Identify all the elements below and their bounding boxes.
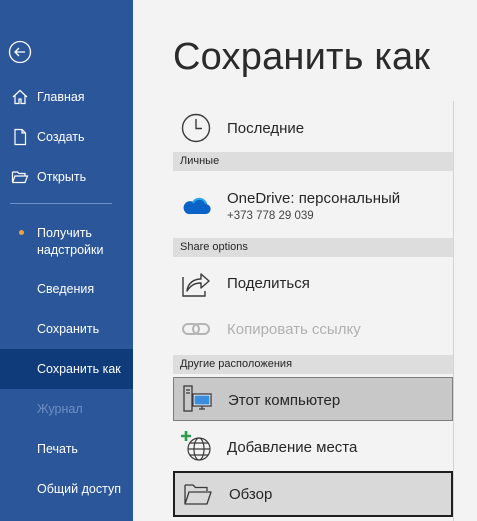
share-icon	[180, 267, 212, 299]
nav-save[interactable]: Сохранить	[0, 309, 133, 349]
location-onedrive-label: OneDrive: персональный	[227, 190, 401, 207]
nav-home[interactable]: Главная	[0, 77, 133, 117]
nav-share[interactable]: Общий доступ	[0, 469, 133, 509]
nav-save-label: Сохранить	[37, 321, 100, 336]
nav-history-label: Журнал	[37, 401, 83, 416]
home-icon	[11, 88, 29, 106]
computer-icon	[181, 383, 213, 415]
nav-save-as-label: Сохранить как	[37, 361, 121, 376]
open-folder-icon	[11, 168, 29, 186]
save-locations-panel: Последние Личные OneDrive: персональный …	[173, 101, 453, 521]
nav-open-label: Открыть	[37, 169, 87, 184]
nav-info[interactable]: Сведения	[0, 269, 133, 309]
onedrive-cloud-icon	[180, 189, 212, 221]
nav-print[interactable]: Печать	[0, 429, 133, 469]
panel-divider	[453, 101, 454, 521]
section-header-share: Share options	[173, 238, 453, 257]
nav-history: Журнал	[0, 389, 133, 429]
nav-get-addins[interactable]: Получить надстройки	[0, 220, 133, 264]
new-document-icon	[11, 128, 29, 146]
back-button[interactable]	[8, 40, 32, 64]
nav-new-label: Создать	[37, 129, 85, 144]
nav-share-label: Общий доступ	[37, 481, 121, 496]
link-icon	[180, 313, 212, 345]
location-this-pc[interactable]: Этот компьютер	[173, 377, 453, 421]
add-place-globe-icon	[180, 430, 212, 462]
nav-home-label: Главная	[37, 89, 85, 104]
location-recent-label: Последние	[227, 120, 305, 137]
location-share[interactable]: Поделиться	[173, 261, 453, 305]
location-browse-label: Обзор	[229, 486, 273, 503]
nav-new[interactable]: Создать	[0, 117, 133, 157]
location-this-pc-label: Этот компьютер	[228, 392, 341, 409]
nav-info-label: Сведения	[37, 281, 95, 296]
sidebar-divider	[10, 203, 112, 204]
location-browse[interactable]: Обзор	[173, 471, 453, 517]
location-onedrive-account: +373 778 29 039	[227, 210, 314, 222]
location-add-place-label: Добавление места	[227, 439, 358, 456]
location-add-place[interactable]: Добавление места	[173, 425, 453, 469]
location-copy-link: Копировать ссылку	[173, 309, 453, 349]
nav-get-addins-label: Получить надстройки	[37, 226, 104, 257]
browse-folder-icon	[182, 478, 214, 510]
nav-open[interactable]: Открыть	[0, 157, 133, 197]
location-copy-link-label: Копировать ссылку	[227, 321, 361, 338]
location-recent[interactable]: Последние	[173, 107, 453, 149]
back-arrow-icon	[8, 40, 32, 64]
page-title: Сохранить как	[173, 36, 431, 78]
backstage-sidebar: Главная Создать Открыть Получить надстро…	[0, 0, 133, 521]
nav-print-label: Печать	[37, 441, 78, 456]
nav-save-as[interactable]: Сохранить как	[0, 349, 133, 389]
section-header-personal: Личные	[173, 152, 453, 171]
location-onedrive[interactable]: OneDrive: персональный +373 778 29 039	[173, 175, 453, 233]
clock-icon	[180, 112, 212, 144]
location-share-label: Поделиться	[227, 275, 310, 292]
section-header-other: Другие расположения	[173, 355, 453, 374]
